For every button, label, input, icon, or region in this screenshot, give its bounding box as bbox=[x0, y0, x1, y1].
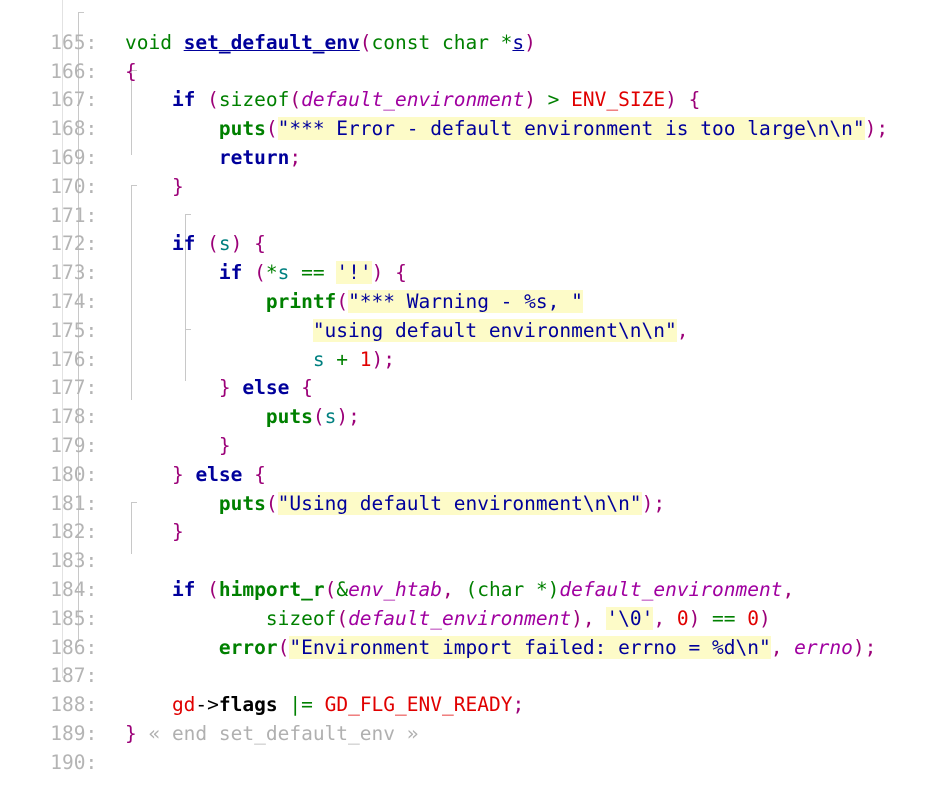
code-line[interactable]: 174: printf("*** Warning - %s, " bbox=[0, 259, 936, 313]
code-line[interactable]: 165: void set_default_env(const char *s) bbox=[0, 0, 936, 54]
code-line[interactable]: 185: sizeof(default_environment), '\0', … bbox=[0, 576, 936, 630]
code-line[interactable]: 181: puts("Using default environment\n\n… bbox=[0, 461, 936, 515]
code-line[interactable]: 188: gd->flags |= GD_FLG_ENV_READY; bbox=[0, 662, 936, 716]
code-line[interactable]: 182: } bbox=[0, 490, 936, 543]
code-line[interactable]: 186: error("Environment import failed: e… bbox=[0, 605, 936, 659]
code-line[interactable]: 176: s + 1); bbox=[0, 317, 936, 371]
line-number: 190: bbox=[50, 750, 109, 774]
code-line[interactable]: 183: bbox=[0, 518, 936, 572]
code-editor[interactable]: 165: void set_default_env(const char *s)… bbox=[0, 0, 936, 774]
code-line[interactable]: 166: { bbox=[0, 29, 936, 83]
code-line[interactable]: 184: if (himport_r(&env_htab, (char *)de… bbox=[0, 547, 936, 601]
code-line[interactable]: 187: bbox=[0, 634, 936, 687]
code-line[interactable]: 190: bbox=[0, 720, 936, 774]
code-line[interactable]: 171: bbox=[0, 173, 936, 227]
code-line[interactable]: 173: if (*s == '!') { bbox=[0, 230, 936, 285]
code-line[interactable]: 177: } else { bbox=[0, 346, 936, 399]
code-line[interactable]: 168: puts("*** Error - default environme… bbox=[0, 86, 936, 141]
code-line[interactable]: 179: } bbox=[0, 403, 936, 457]
code-line[interactable]: 169: return; bbox=[0, 115, 936, 169]
code-line[interactable]: 178: puts(s); bbox=[0, 374, 936, 428]
code-line[interactable]: 170: } bbox=[0, 144, 936, 198]
code-line[interactable]: 175: "using default environment\n\n", bbox=[0, 288, 936, 342]
code-line[interactable]: 167: if (sizeof(default_environment) > E… bbox=[0, 58, 936, 111]
code-line[interactable]: 180: } else { bbox=[0, 432, 936, 486]
code-line[interactable]: 172: if (s) { bbox=[0, 202, 936, 255]
code-line[interactable]: 189: } « end set_default_env » bbox=[0, 691, 936, 745]
